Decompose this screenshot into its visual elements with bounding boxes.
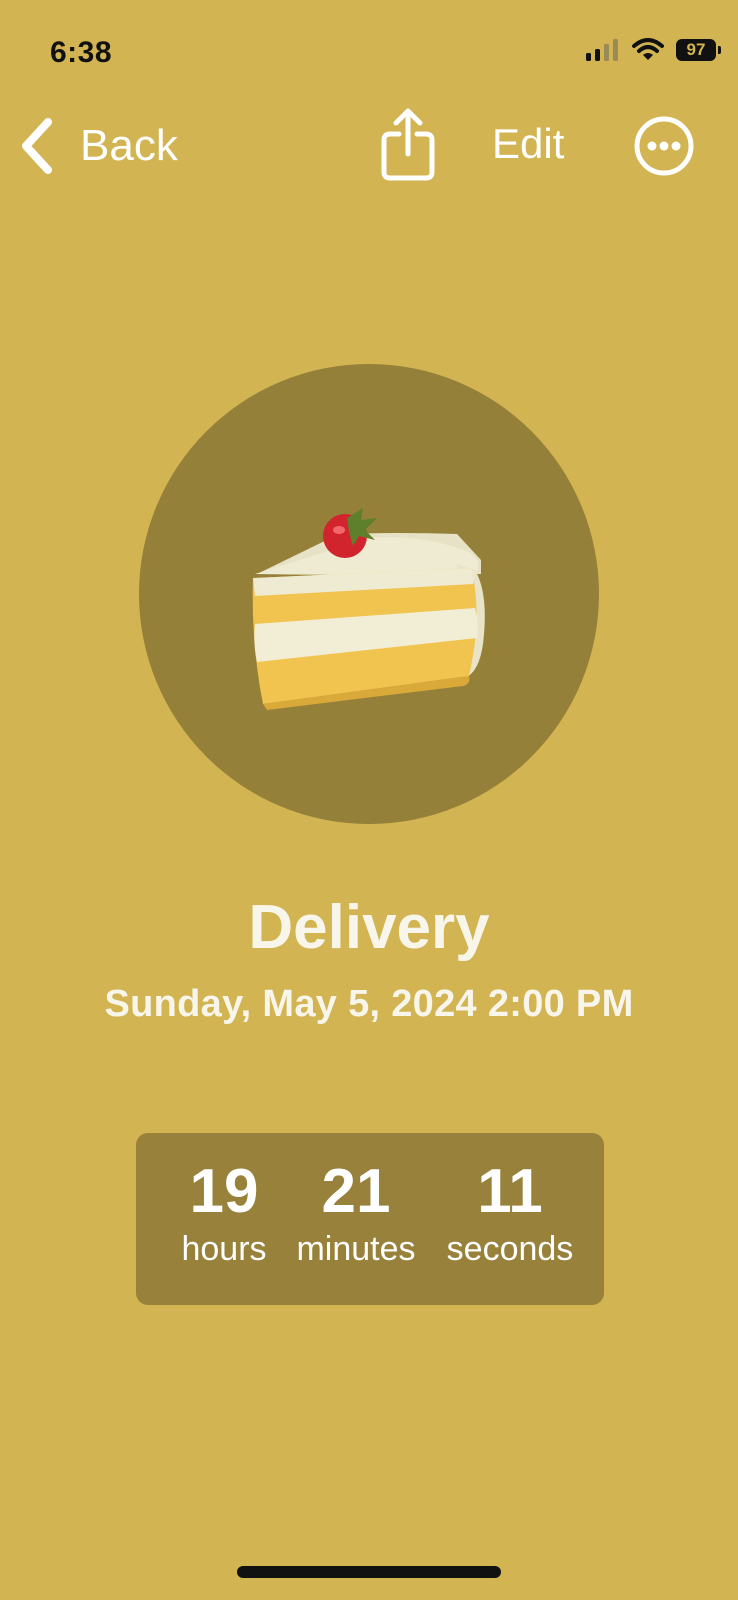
countdown-box: 19 hours 21 minutes 11 seconds <box>136 1133 604 1305</box>
countdown-minutes: 21 minutes <box>276 1157 436 1271</box>
countdown-hours-label: hours <box>181 1230 267 1268</box>
countdown-seconds: 11 seconds <box>432 1157 588 1271</box>
countdown-hours-value: 19 <box>189 1157 259 1226</box>
countdown-minutes-label: minutes <box>296 1230 416 1268</box>
status-icons: 97 <box>586 38 721 62</box>
status-time: 6:38 <box>50 36 113 69</box>
navigation-bar: Back Edit <box>0 100 738 190</box>
home-indicator[interactable] <box>237 1566 501 1578</box>
countdown-seconds-value: 11 <box>477 1157 543 1226</box>
countdown-minutes-value: 21 <box>321 1157 391 1226</box>
battery-icon: 97 <box>676 39 721 61</box>
event-icon-circle <box>139 364 599 824</box>
countdown-hours: 19 hours <box>164 1157 284 1271</box>
event-date: Sunday, May 5, 2024 2:00 PM <box>104 983 634 1025</box>
event-title: Delivery <box>248 893 490 962</box>
more-options-icon[interactable] <box>633 115 695 177</box>
countdown-seconds-label: seconds <box>446 1230 574 1268</box>
cellular-signal-icon <box>586 39 618 61</box>
chevron-left-icon <box>22 118 52 174</box>
wifi-icon <box>632 38 664 60</box>
back-button[interactable]: Back <box>20 116 178 176</box>
status-bar: 6:38 97 <box>0 0 738 100</box>
cake-slice-icon <box>252 508 485 710</box>
back-label: Back <box>80 121 178 170</box>
share-icon[interactable] <box>378 106 438 184</box>
edit-button[interactable]: Edit <box>492 120 564 168</box>
